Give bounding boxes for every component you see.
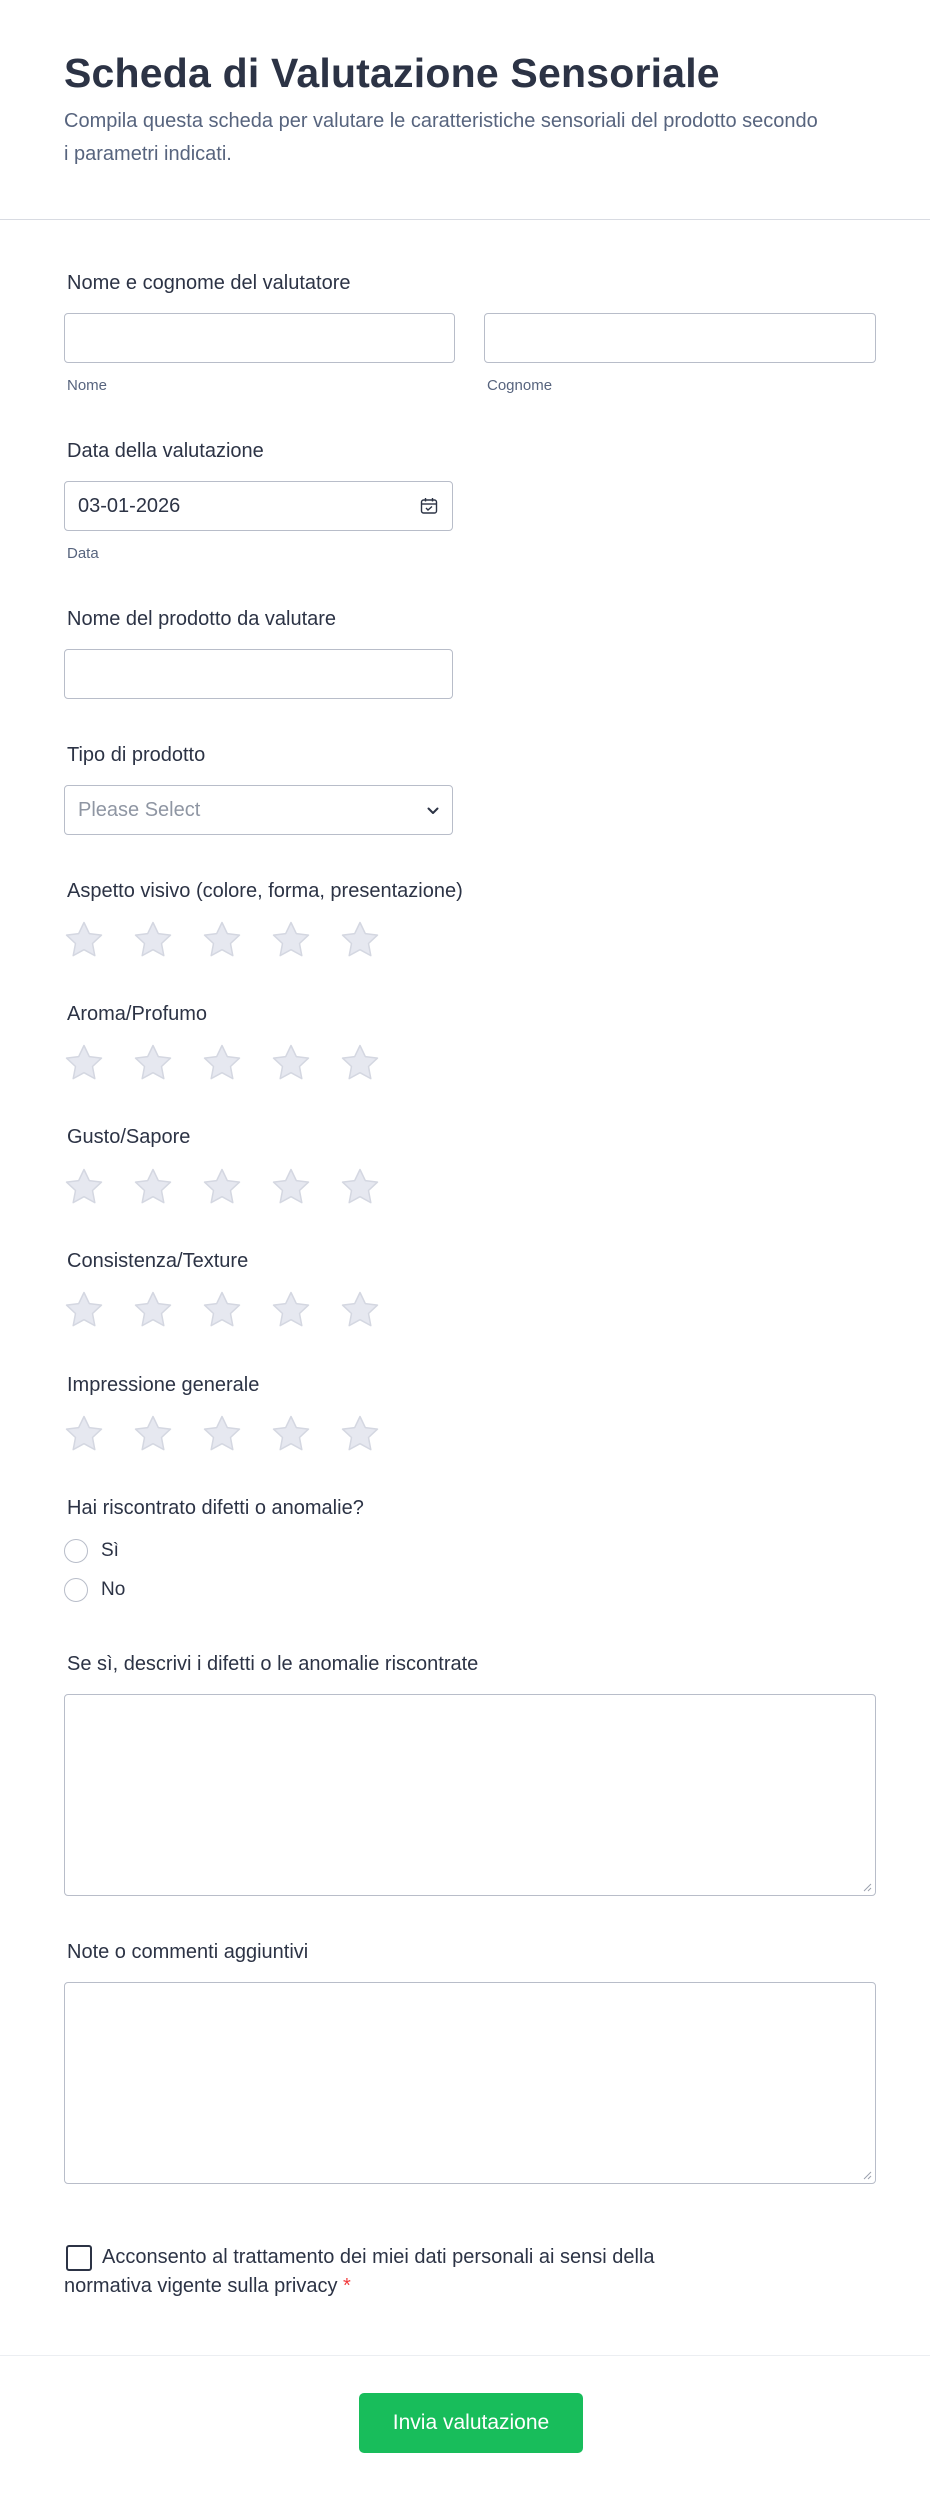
star-rating-aroma (64, 1043, 424, 1085)
star-icon[interactable] (271, 1167, 311, 1207)
star-rating-texture (64, 1290, 424, 1332)
consent-text: Acconsento al trattamento dei miei dati … (64, 2243, 724, 2301)
resize-handle-icon[interactable] (862, 2170, 872, 2180)
star-icon[interactable] (202, 1290, 242, 1330)
star-icon[interactable] (340, 1414, 380, 1454)
star-icon[interactable] (133, 920, 173, 960)
product-type-placeholder: Please Select (78, 799, 201, 821)
last-name-input[interactable] (484, 313, 876, 363)
star-icon[interactable] (202, 920, 242, 960)
defects-description-label: Se sì, descrivi i difetti o le anomalie … (67, 1653, 479, 1675)
radio-label-no: No (101, 1579, 126, 1600)
chevron-down-icon (427, 807, 439, 814)
star-icon[interactable] (202, 1043, 242, 1083)
form-header: Scheda di Valutazione Sensoriale Compila… (0, 0, 930, 220)
star-icon[interactable] (133, 1167, 173, 1207)
star-icon[interactable] (271, 1414, 311, 1454)
star-icon[interactable] (340, 1043, 380, 1083)
star-rating-taste (64, 1167, 424, 1209)
star-icon[interactable] (340, 920, 380, 960)
defects-description-textarea[interactable] (64, 1694, 876, 1896)
product-type-label: Tipo di prodotto (67, 744, 206, 766)
date-input[interactable]: 03-01-2026 (64, 481, 453, 531)
rating-label-overall: Impressione generale (67, 1374, 260, 1396)
star-icon[interactable] (133, 1043, 173, 1083)
star-icon[interactable] (271, 1290, 311, 1330)
star-icon[interactable] (64, 1290, 104, 1330)
star-icon[interactable] (202, 1414, 242, 1454)
star-icon[interactable] (271, 920, 311, 960)
footer-divider (0, 2355, 930, 2356)
star-icon[interactable] (271, 1043, 311, 1083)
resize-handle-icon[interactable] (862, 1882, 872, 1892)
star-icon[interactable] (340, 1290, 380, 1330)
evaluation-date-label: Data della valutazione (67, 440, 264, 462)
first-name-sublabel: Nome (67, 377, 108, 394)
rating-label-aroma: Aroma/Profumo (67, 1003, 208, 1025)
rating-label-visual: Aspetto visivo (colore, forma, presentaz… (67, 880, 463, 902)
product-name-label: Nome del prodotto da valutare (67, 608, 337, 630)
radio-button-yes[interactable] (64, 1539, 88, 1563)
star-rating-visual (64, 920, 424, 962)
star-icon[interactable] (64, 1414, 104, 1454)
radio-label-yes: Sì (101, 1540, 119, 1561)
star-icon[interactable] (133, 1290, 173, 1330)
notes-textarea[interactable] (64, 1982, 876, 2184)
date-value: 03-01-2026 (78, 495, 181, 517)
form-subtitle: Compila questa scheda per valutare le ca… (64, 110, 818, 165)
rating-label-taste: Gusto/Sapore (67, 1126, 191, 1148)
star-icon[interactable] (64, 1043, 104, 1083)
product-type-select[interactable]: Please Select (64, 785, 453, 835)
rating-label-texture: Consistenza/Texture (67, 1250, 249, 1272)
radio-button-no[interactable] (64, 1578, 88, 1602)
star-rating-overall (64, 1414, 424, 1456)
defects-label: Hai riscontrato difetti o anomalie? (67, 1497, 364, 1519)
form-title: Scheda di Valutazione Sensoriale (64, 50, 720, 96)
star-icon[interactable] (202, 1167, 242, 1207)
submit-button[interactable]: Invia valutazione (359, 2393, 583, 2453)
product-name-input[interactable] (64, 649, 453, 699)
calendar-icon[interactable] (420, 497, 438, 515)
evaluator-name-label: Nome e cognome del valutatore (67, 272, 351, 294)
last-name-sublabel: Cognome (487, 377, 553, 394)
first-name-input[interactable] (64, 313, 455, 363)
star-icon[interactable] (340, 1167, 380, 1207)
star-icon[interactable] (133, 1414, 173, 1454)
consent-checkbox[interactable] (66, 2245, 92, 2271)
date-sublabel: Data (67, 545, 99, 562)
required-asterisk: * (343, 2275, 351, 2297)
star-icon[interactable] (64, 1167, 104, 1207)
consent-label: Acconsento al trattamento dei miei dati … (64, 2246, 655, 2297)
notes-label: Note o commenti aggiuntivi (67, 1941, 309, 1963)
star-icon[interactable] (64, 920, 104, 960)
